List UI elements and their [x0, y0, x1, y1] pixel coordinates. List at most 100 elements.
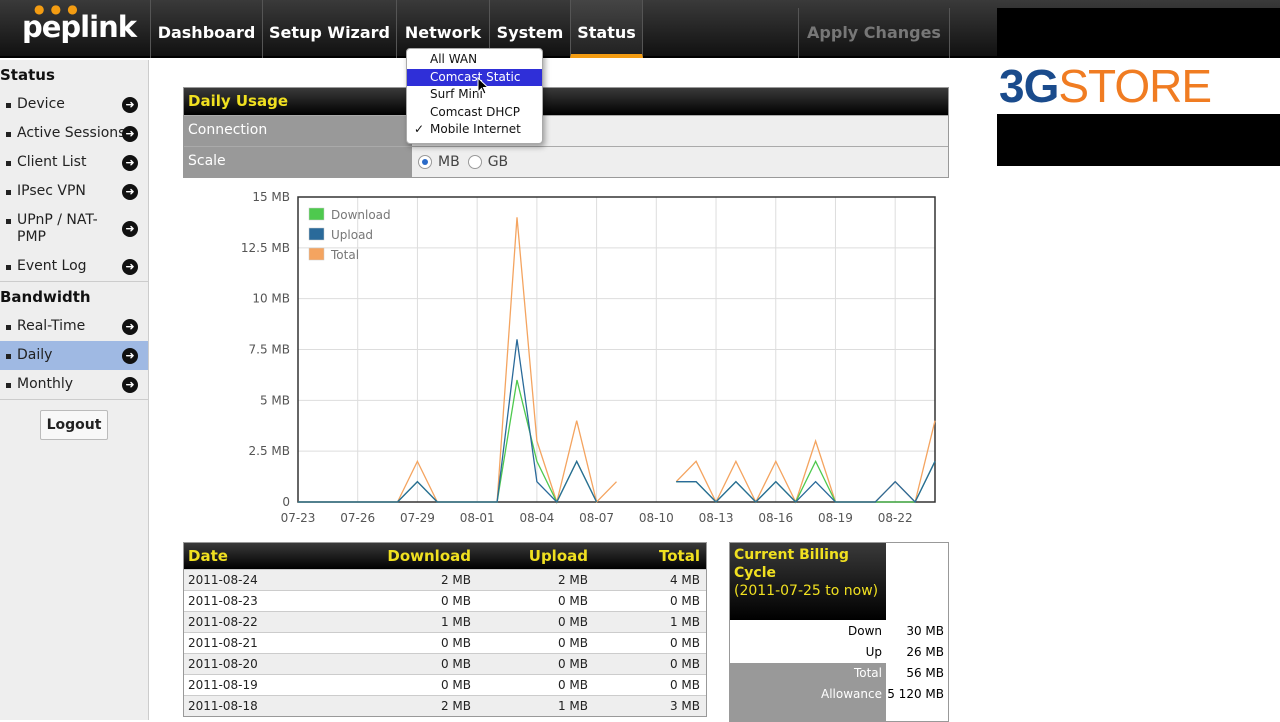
- sidebar-item-label: Monthly: [17, 376, 74, 392]
- sidebar-item-label: Active Sessions: [17, 125, 126, 141]
- 3gstore-logo: 3GSTORE: [997, 58, 1280, 114]
- y-tick-label: 2.5 MB: [249, 444, 290, 458]
- col-download: Download: [387, 547, 471, 565]
- peplink-logo: ● ● ● peplink: [22, 2, 137, 44]
- scale-mb-radio[interactable]: [418, 155, 432, 169]
- table-row: 2011-08-22 1 MB 0 MB 1 MB: [184, 611, 706, 632]
- table-row: 2011-08-24 2 MB 2 MB 4 MB: [184, 569, 706, 590]
- sidebar-item-client-list[interactable]: Client List ➜: [0, 148, 148, 177]
- sidebar: Status Device ➜ Active Sessions ➜ Client L…: [0, 60, 149, 720]
- table-cell: 2 MB: [440, 699, 471, 713]
- bullet-icon: [6, 265, 11, 270]
- arrow-right-icon[interactable]: ➜: [122, 125, 138, 142]
- billing-title: Current Billing Cycle (2011-07-25 to now): [730, 543, 886, 620]
- table-cell: 2011-08-20: [188, 657, 258, 671]
- sidebar-item-real-time[interactable]: Real-Time ➜: [0, 312, 148, 341]
- banner-top: [997, 8, 1280, 58]
- table-cell: 4 MB: [669, 573, 700, 587]
- x-tick-label: 08-10: [639, 511, 674, 525]
- arrow-right-icon[interactable]: ➜: [122, 154, 138, 171]
- option-comcast-dhcp[interactable]: Comcast DHCP: [407, 104, 542, 122]
- arrow-right-icon[interactable]: ➜: [122, 318, 138, 335]
- table-cell: 2011-08-22: [188, 615, 258, 629]
- bullet-icon: [6, 354, 11, 359]
- nav-status[interactable]: Status: [570, 0, 643, 58]
- legend-swatch: [308, 207, 325, 221]
- table-cell: 1 MB: [669, 615, 700, 629]
- table-cell: 0 MB: [669, 678, 700, 692]
- col-date: Date: [188, 547, 228, 565]
- option-surf-mini[interactable]: Surf Mini: [407, 86, 542, 104]
- connection-label: Connection: [184, 116, 412, 146]
- bullet-icon: [6, 161, 11, 166]
- sidebar-heading-bandwidth: Bandwidth: [0, 288, 91, 306]
- x-tick-label: 08-01: [460, 511, 495, 525]
- option-label: Mobile Internet: [430, 122, 521, 137]
- nav-dashboard[interactable]: Dashboard: [150, 0, 262, 58]
- scale-label: Scale: [184, 147, 412, 177]
- table-cell: 1 MB: [557, 699, 588, 713]
- daily-usage-panel: Daily Usage Connection Scale MB GB: [183, 87, 949, 178]
- bullet-icon: [6, 190, 11, 195]
- sidebar-item-monthly[interactable]: Monthly ➜: [0, 370, 148, 399]
- sidebar-item-label: Event Log: [17, 258, 87, 274]
- x-tick-label: 08-19: [818, 511, 853, 525]
- table-cell: 2 MB: [440, 573, 471, 587]
- legend-label: Total: [330, 248, 359, 262]
- y-tick-label: 15 MB: [252, 190, 290, 204]
- x-tick-label: 07-26: [340, 511, 375, 525]
- option-all-wan[interactable]: All WAN: [407, 51, 542, 69]
- sidebar-item-active-sessions[interactable]: Active Sessions ➜: [0, 119, 148, 148]
- table-cell: 2 MB: [557, 573, 588, 587]
- x-tick-label: 08-04: [519, 511, 554, 525]
- sidebar-item-label: Client List: [17, 154, 87, 170]
- arrow-right-icon[interactable]: ➜: [122, 183, 138, 200]
- billing-row-down: Down 30 MB: [847, 624, 944, 638]
- logout-button[interactable]: Logout: [40, 410, 108, 440]
- table-cell: 0 MB: [557, 678, 588, 692]
- y-tick-label: 10 MB: [252, 292, 290, 306]
- option-mobile-internet[interactable]: ✓ Mobile Internet: [407, 121, 542, 139]
- table-cell: 0 MB: [669, 657, 700, 671]
- sidebar-item-ipsec-vpn[interactable]: IPsec VPN ➜: [0, 177, 148, 206]
- table-cell: 0 MB: [669, 594, 700, 608]
- billing-row-total: Total 56 MB: [730, 663, 948, 684]
- table-cell: 2011-08-23: [188, 594, 258, 608]
- col-upload: Upload: [528, 547, 588, 565]
- sidebar-item-label: Daily: [17, 347, 53, 363]
- x-tick-label: 08-16: [758, 511, 793, 525]
- sidebar-item-upnp-nat-pmp[interactable]: UPnP / NAT-PMP ➜: [0, 206, 148, 252]
- table-cell: 0 MB: [440, 594, 471, 608]
- sidebar-heading-status: Status: [0, 66, 55, 84]
- billing-period: (2011-07-25 to now): [734, 583, 879, 599]
- checkmark-icon: ✓: [414, 122, 425, 137]
- y-tick-label: 12.5 MB: [241, 241, 290, 255]
- sidebar-item-label: UPnP / NAT-PMP: [17, 212, 98, 245]
- arrow-right-icon[interactable]: ➜: [122, 376, 138, 393]
- option-comcast-static[interactable]: Comcast Static: [407, 68, 542, 87]
- legend-label: Download: [331, 208, 391, 222]
- arrow-right-icon[interactable]: ➜: [122, 221, 138, 237]
- mouse-cursor-icon: [477, 77, 490, 95]
- table-cell: 0 MB: [557, 657, 588, 671]
- bullet-icon: [6, 103, 11, 108]
- arrow-right-icon[interactable]: ➜: [122, 96, 138, 113]
- daily-usage-chart: 0 2.5 MB 5 MB 7.5 MB 10 MB 12.5 MB 15 MB 07-23 0…: [241, 190, 936, 525]
- arrow-right-icon[interactable]: ➜: [122, 258, 138, 275]
- arrow-right-icon[interactable]: ➜: [122, 347, 138, 364]
- apply-changes-button[interactable]: Apply Changes: [798, 8, 950, 58]
- connection-dropdown-menu: All WAN Comcast Static Surf Mini Comcast…: [406, 48, 543, 144]
- table-cell: 0 MB: [440, 636, 471, 650]
- table-cell: 3 MB: [669, 699, 700, 713]
- series-line-total: [298, 217, 936, 505]
- x-tick-label: 07-23: [281, 511, 316, 525]
- scale-gb-radio[interactable]: [467, 155, 482, 169]
- series-line-download: [298, 379, 936, 504]
- sidebar-item-device[interactable]: Device ➜: [0, 90, 148, 119]
- sidebar-item-event-log[interactable]: Event Log ➜: [0, 252, 148, 281]
- table-row: 2011-08-18 2 MB 1 MB 3 MB: [184, 695, 706, 716]
- sidebar-item-daily[interactable]: Daily ➜: [0, 341, 148, 370]
- bullet-icon: [6, 325, 11, 330]
- nav-setup-wizard[interactable]: Setup Wizard: [262, 0, 396, 58]
- table-row: 2011-08-21 0 MB 0 MB 0 MB: [184, 632, 706, 653]
